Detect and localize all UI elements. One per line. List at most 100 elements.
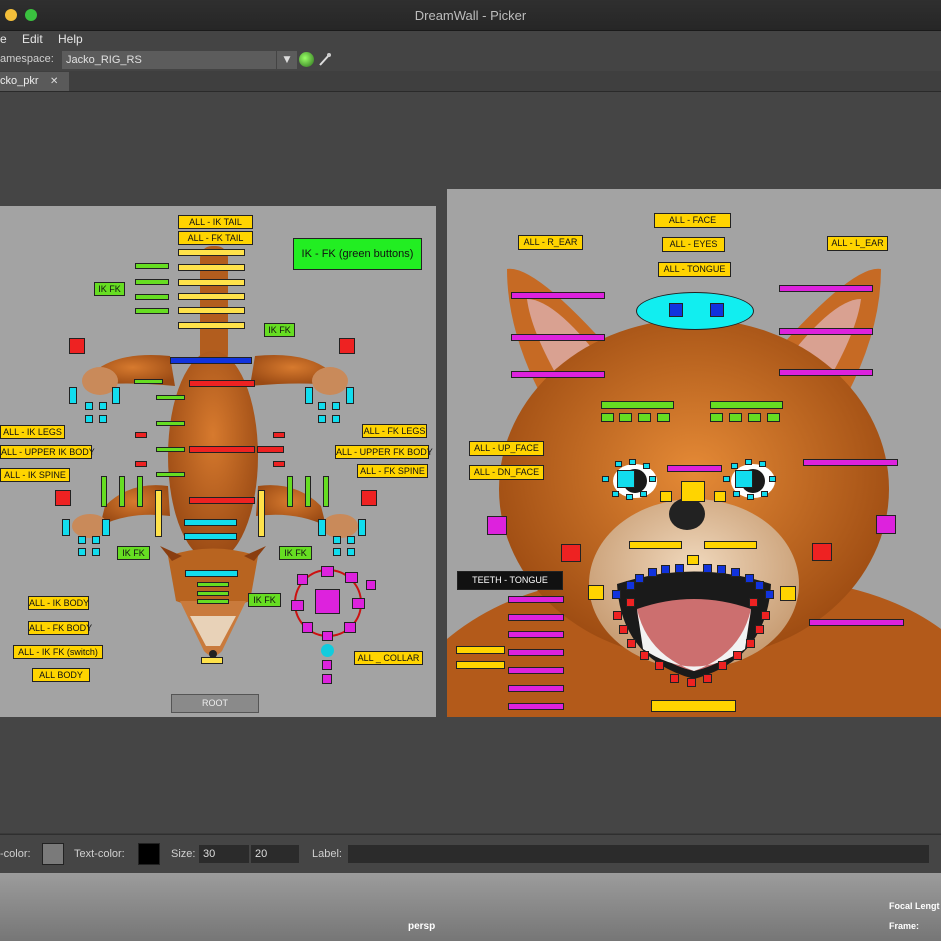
all-up-face-button[interactable]: ALL - UP_FACE	[469, 441, 544, 456]
l-eyelid-control[interactable]	[723, 476, 730, 482]
lower-teeth-control[interactable]	[749, 598, 758, 607]
menu-file[interactable]: e	[0, 32, 7, 46]
spine-control-3[interactable]	[189, 497, 255, 504]
neck-ik-control[interactable]	[197, 582, 229, 587]
tongue-control[interactable]	[508, 667, 564, 674]
r-eyelid-control[interactable]	[629, 459, 636, 465]
ik-fk-switch-head[interactable]: IK FK	[248, 593, 281, 607]
collar-tag-control[interactable]	[321, 644, 334, 657]
text-color-swatch[interactable]	[138, 843, 160, 865]
left-hind-foot-ik-control[interactable]	[69, 338, 85, 354]
menu-edit[interactable]: Edit	[22, 32, 43, 46]
leg-ik-control[interactable]	[156, 421, 185, 426]
left-front-foot-ik-control[interactable]	[55, 490, 71, 506]
tail-ik-control[interactable]	[135, 308, 169, 314]
head-control[interactable]	[636, 292, 754, 330]
upper-teeth-control[interactable]	[717, 565, 726, 574]
upper-lip-l-control[interactable]	[704, 541, 757, 549]
neck-ik-control[interactable]	[197, 591, 229, 596]
label-input[interactable]	[348, 845, 929, 863]
left-front-toe-control[interactable]	[102, 519, 110, 536]
l-jaw-control[interactable]	[809, 619, 904, 626]
l-brow-control[interactable]	[710, 401, 783, 409]
lower-teeth-control[interactable]	[703, 674, 712, 683]
left-front-toe-control[interactable]	[92, 548, 100, 556]
collar-control[interactable]	[352, 598, 365, 609]
front-leg-ik-control[interactable]	[101, 476, 107, 507]
namespace-dropdown-chevron-icon[interactable]: ▼	[276, 51, 297, 69]
l-brow-sub-control[interactable]	[748, 413, 761, 422]
upper-teeth-control[interactable]	[648, 568, 657, 577]
r-eyelid-control[interactable]	[640, 491, 647, 497]
nose-control[interactable]	[681, 481, 705, 502]
collar-tag-control[interactable]	[322, 674, 332, 684]
right-hind-toe-control[interactable]	[318, 402, 326, 410]
right-hind-toe-control[interactable]	[346, 387, 354, 404]
ik-fk-switch-tail-right[interactable]: IK FK	[264, 323, 295, 337]
all-upper-ik-body-button[interactable]: ALL - UPPER IK BODY	[0, 445, 95, 459]
l-eyelid-control[interactable]	[759, 461, 766, 467]
left-front-toe-control[interactable]	[78, 548, 86, 556]
spine-side-control[interactable]	[257, 446, 284, 453]
eyedropper-icon[interactable]	[318, 52, 332, 67]
r-eyelid-control[interactable]	[649, 476, 656, 482]
r-brow-sub-control[interactable]	[601, 413, 614, 422]
tab-close-icon[interactable]: ✕	[50, 72, 58, 91]
upper-lip-mid-control[interactable]	[687, 555, 699, 565]
tongue-control[interactable]	[508, 631, 564, 638]
left-shoulder-fk-control[interactable]	[155, 490, 162, 537]
upper-teeth-control[interactable]	[731, 568, 740, 577]
all-fk-tail-button[interactable]: ALL - FK TAIL	[178, 231, 253, 245]
l-brow-sub-control[interactable]	[710, 413, 723, 422]
r-brow-sub-control[interactable]	[638, 413, 651, 422]
all-l-ear-button[interactable]: ALL - L_EAR	[827, 236, 888, 251]
head-control-right[interactable]	[710, 303, 724, 317]
spine-control-2[interactable]	[189, 446, 255, 453]
tail-ik-control[interactable]	[135, 294, 169, 300]
all-fk-body-button[interactable]: ALL - FK BODY	[28, 621, 92, 635]
collar-control[interactable]	[366, 580, 376, 590]
nose-bridge-control[interactable]	[667, 465, 722, 472]
right-front-foot-ik-control[interactable]	[361, 490, 377, 506]
right-hind-toe-control[interactable]	[318, 415, 326, 423]
all-ik-tail-button[interactable]: ALL - IK TAIL	[178, 215, 253, 229]
tail-fk-control[interactable]	[178, 249, 245, 256]
collar-control[interactable]	[302, 622, 313, 633]
l-eyelid-control[interactable]	[769, 476, 776, 482]
jaw-control[interactable]	[651, 700, 736, 712]
leg-ik-control[interactable]	[134, 379, 163, 384]
ik-fk-switch-leg-left[interactable]: IK FK	[117, 546, 150, 560]
r-ear-control[interactable]	[511, 371, 605, 378]
right-hind-toe-control[interactable]	[332, 402, 340, 410]
ik-fk-switch-tail-left[interactable]: IK FK	[94, 282, 125, 296]
l-eyelid-control[interactable]	[731, 463, 738, 469]
upper-teeth-control[interactable]	[675, 564, 684, 573]
left-front-toe-control[interactable]	[62, 519, 70, 536]
tongue-control[interactable]	[508, 596, 564, 603]
upper-teeth-control[interactable]	[612, 590, 621, 599]
l-eyelid-control[interactable]	[761, 491, 768, 497]
left-front-toe-control[interactable]	[78, 536, 86, 544]
all-tongue-button[interactable]: ALL - TONGUE	[658, 262, 731, 277]
knee-control[interactable]	[273, 461, 285, 467]
all-fk-spine-button[interactable]: ALL - FK SPINE	[357, 464, 428, 478]
r-brow-sub-control[interactable]	[657, 413, 670, 422]
r-eyelid-control[interactable]	[612, 491, 619, 497]
tab-jacko-pkr[interactable]: cko_pkr ✕	[0, 72, 69, 91]
nostril-r-control[interactable]	[660, 491, 672, 502]
lower-teeth-control[interactable]	[655, 661, 664, 670]
size-height-input[interactable]: 20	[251, 845, 299, 863]
all-r-ear-button[interactable]: ALL - R_EAR	[518, 235, 583, 250]
upper-teeth-control[interactable]	[703, 564, 712, 573]
all-ik-fk-switch-button[interactable]: ALL - IK FK (switch)	[13, 645, 103, 659]
r-ear-control[interactable]	[511, 334, 605, 341]
right-front-toe-control[interactable]	[347, 536, 355, 544]
left-hind-toe-control[interactable]	[99, 402, 107, 410]
teeth-control[interactable]	[456, 646, 505, 654]
head-control-left[interactable]	[669, 303, 683, 317]
upper-lip-r-control[interactable]	[629, 541, 682, 549]
mouth-corner-l-control[interactable]	[780, 586, 796, 601]
namespace-field[interactable]: Jacko_RIG_RS	[62, 51, 276, 69]
tail-fk-control[interactable]	[178, 322, 245, 329]
chest-control[interactable]	[184, 533, 237, 540]
